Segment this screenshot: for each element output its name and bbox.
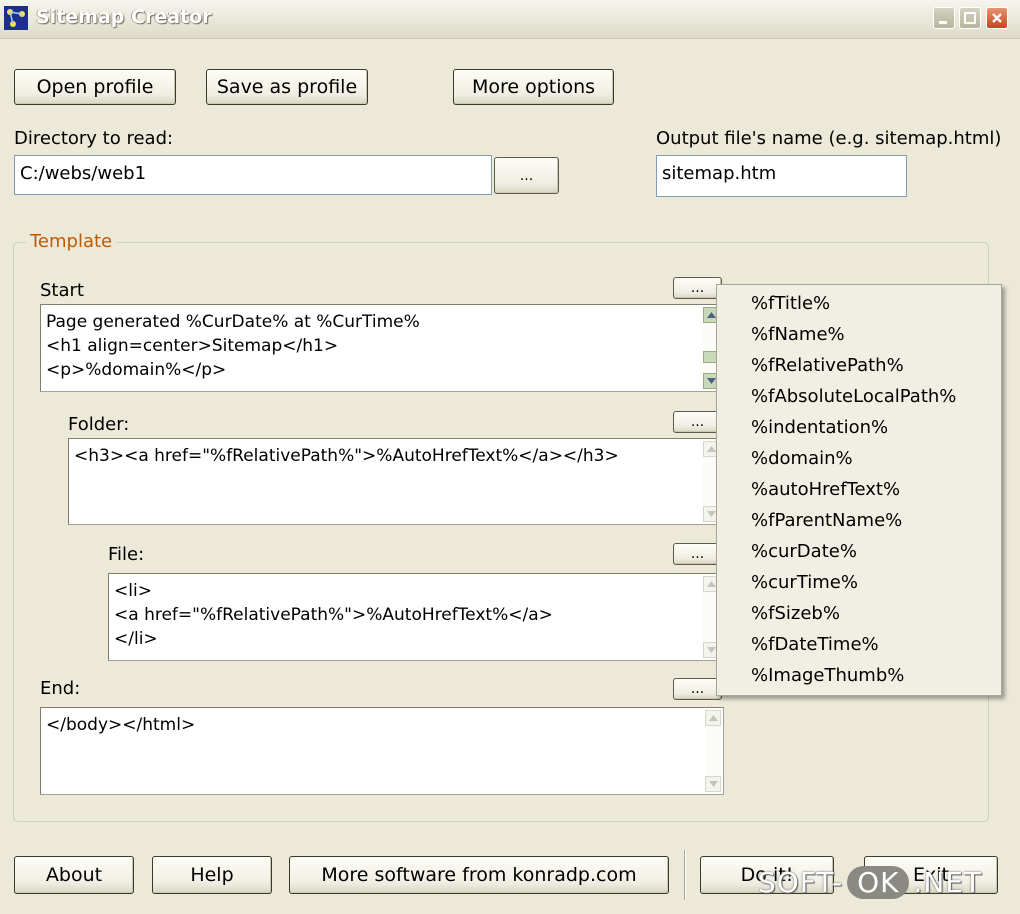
start-line-3: <p>%domain%</p> xyxy=(46,360,227,380)
menu-item-fsizeb[interactable]: %fSizeb% xyxy=(751,603,840,624)
minimize-icon xyxy=(939,21,947,24)
browse-directory-button[interactable]: ... xyxy=(494,157,559,194)
help-button[interactable]: Help xyxy=(152,856,272,894)
end-label: End: xyxy=(40,678,81,699)
end-template-textarea[interactable]: </body></html> xyxy=(40,707,724,795)
end-scrollbar[interactable] xyxy=(705,710,721,792)
start-label: Start xyxy=(40,280,84,301)
watermark-middle: OK xyxy=(847,866,910,899)
menu-item-curdate[interactable]: %curDate% xyxy=(751,541,857,562)
menu-item-fname[interactable]: %fName% xyxy=(751,324,845,345)
folder-line-1: <h3><a href="%fRelativePath%">%AutoHrefT… xyxy=(74,446,619,466)
directory-label: Directory to read: xyxy=(14,128,174,149)
menu-item-indentation[interactable]: %indentation% xyxy=(751,417,888,438)
menu-item-fabsolutelocalpath[interactable]: %fAbsoluteLocalPath% xyxy=(751,386,956,407)
start-line-2: <h1 align=center>Sitemap</h1> xyxy=(46,336,339,356)
file-template-textarea[interactable]: <li> <a href="%fRelativePath%">%AutoHref… xyxy=(108,573,722,661)
start-variables-button[interactable]: ... xyxy=(673,277,722,299)
more-options-button[interactable]: More options xyxy=(453,69,614,105)
maximize-button[interactable] xyxy=(959,7,981,29)
menu-item-frelativepath[interactable]: %fRelativePath% xyxy=(751,355,904,376)
start-line-1: Page generated %CurDate% at %CurTime% xyxy=(46,312,420,332)
file-line-2: <a href="%fRelativePath%">%AutoHrefText%… xyxy=(114,605,553,625)
menu-item-autohreftext[interactable]: %autoHrefText% xyxy=(751,479,900,500)
window-title: Sitemap Creator xyxy=(36,6,212,28)
file-variables-button[interactable]: ... xyxy=(673,543,722,565)
scroll-down-icon[interactable] xyxy=(705,776,721,792)
output-label: Output file's name (e.g. sitemap.html) xyxy=(656,128,1002,149)
close-icon xyxy=(992,13,1002,23)
menu-item-fparentname[interactable]: %fParentName% xyxy=(751,510,902,531)
menu-item-imagethumb[interactable]: %ImageThumb% xyxy=(751,665,904,686)
file-label: File: xyxy=(108,544,145,565)
footer-separator xyxy=(684,850,686,900)
menu-item-ftitle[interactable]: %fTitle% xyxy=(751,293,830,314)
end-line-1: </body></html> xyxy=(46,715,196,735)
folder-template-textarea[interactable]: <h3><a href="%fRelativePath%">%AutoHrefT… xyxy=(68,438,722,525)
close-button[interactable] xyxy=(986,7,1008,29)
template-group-title: Template xyxy=(26,231,117,252)
open-profile-button[interactable]: Open profile xyxy=(14,69,176,105)
minimize-button[interactable] xyxy=(933,7,955,29)
menu-item-curtime[interactable]: %curTime% xyxy=(751,572,858,593)
end-variables-button[interactable]: ... xyxy=(673,678,722,700)
watermark: SOFT- OK .NET xyxy=(758,866,982,899)
menu-item-domain[interactable]: %domain% xyxy=(751,448,853,469)
folder-label: Folder: xyxy=(68,414,130,435)
more-software-button[interactable]: More software from konradp.com xyxy=(289,856,669,894)
start-template-textarea[interactable]: Page generated %CurDate% at %CurTime% <h… xyxy=(40,304,722,392)
file-line-1: <li> xyxy=(114,581,152,601)
directory-input[interactable]: C:/webs/web1 xyxy=(14,155,492,195)
watermark-right: .NET xyxy=(913,866,983,899)
save-as-profile-button[interactable]: Save as profile xyxy=(206,69,368,105)
maximize-icon xyxy=(964,12,976,24)
output-filename-input[interactable]: sitemap.htm xyxy=(656,155,907,197)
variables-popup-menu: %fTitle% %fName% %fRelativePath% %fAbsol… xyxy=(716,284,1002,696)
title-bar: Sitemap Creator xyxy=(0,0,1020,39)
folder-variables-button[interactable]: ... xyxy=(673,411,722,433)
sitemap-app-icon xyxy=(4,6,28,30)
scroll-up-icon[interactable] xyxy=(705,710,721,726)
menu-item-fdatetime[interactable]: %fDateTime% xyxy=(751,634,879,655)
file-line-3: </li> xyxy=(114,629,158,649)
about-button[interactable]: About xyxy=(14,856,134,894)
watermark-left: SOFT- xyxy=(758,866,844,899)
